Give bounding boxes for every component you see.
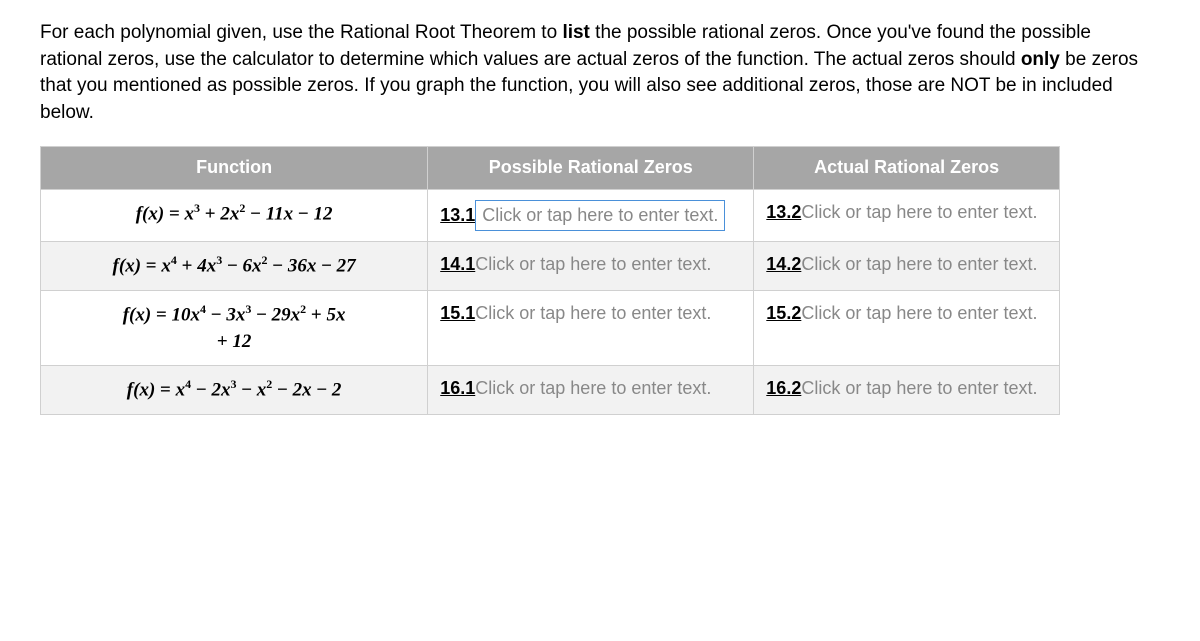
- instructions-bold1: list: [562, 22, 589, 43]
- header-actual: Actual Rational Zeros: [754, 147, 1060, 189]
- function-cell: f(x) = 10x4 − 3x3 − 29x2 + 5x+ 12: [41, 290, 428, 366]
- possible-zeros-cell[interactable]: 14.1Click or tap here to enter text.: [428, 241, 754, 290]
- polynomial-table: Function Possible Rational Zeros Actual …: [40, 146, 1060, 415]
- instructions-part1: For each polynomial given, use the Ratio…: [40, 22, 562, 43]
- table-row: f(x) = x4 + 4x3 − 6x2 − 36x − 2714.1Clic…: [41, 241, 1060, 290]
- cell-label: 13.2: [766, 202, 801, 222]
- text-input-placeholder[interactable]: Click or tap here to enter text.: [475, 303, 711, 323]
- text-input-placeholder[interactable]: Click or tap here to enter text.: [801, 378, 1037, 398]
- cell-label: 16.1: [440, 378, 475, 398]
- table-row: f(x) = x4 − 2x3 − x2 − 2x − 216.1Click o…: [41, 366, 1060, 415]
- cell-label: 14.2: [766, 254, 801, 274]
- function-cell: f(x) = x3 + 2x2 − 11x − 12: [41, 189, 428, 241]
- instructions-text: For each polynomial given, use the Ratio…: [40, 20, 1140, 126]
- header-possible: Possible Rational Zeros: [428, 147, 754, 189]
- text-input-placeholder[interactable]: Click or tap here to enter text.: [475, 378, 711, 398]
- possible-zeros-cell[interactable]: 16.1Click or tap here to enter text.: [428, 366, 754, 415]
- cell-label: 16.2: [766, 378, 801, 398]
- possible-zeros-cell[interactable]: 15.1Click or tap here to enter text.: [428, 290, 754, 366]
- actual-zeros-cell[interactable]: 14.2Click or tap here to enter text.: [754, 241, 1060, 290]
- actual-zeros-cell[interactable]: 15.2Click or tap here to enter text.: [754, 290, 1060, 366]
- header-function: Function: [41, 147, 428, 189]
- actual-zeros-cell[interactable]: 16.2Click or tap here to enter text.: [754, 366, 1060, 415]
- text-input-placeholder[interactable]: Click or tap here to enter text.: [801, 303, 1037, 323]
- possible-zeros-cell[interactable]: 13.1Click or tap here to enter text.: [428, 189, 754, 241]
- cell-label: 15.1: [440, 303, 475, 323]
- function-cell: f(x) = x4 + 4x3 − 6x2 − 36x − 27: [41, 241, 428, 290]
- text-input-placeholder[interactable]: Click or tap here to enter text.: [475, 254, 711, 274]
- table-row: f(x) = x3 + 2x2 − 11x − 1213.1Click or t…: [41, 189, 1060, 241]
- table-row: f(x) = 10x4 − 3x3 − 29x2 + 5x+ 1215.1Cli…: [41, 290, 1060, 366]
- cell-label: 14.1: [440, 254, 475, 274]
- text-input-placeholder[interactable]: Click or tap here to enter text.: [801, 254, 1037, 274]
- text-input-placeholder[interactable]: Click or tap here to enter text.: [801, 202, 1037, 222]
- text-input-active[interactable]: Click or tap here to enter text.: [475, 200, 725, 231]
- instructions-bold2: only: [1021, 49, 1060, 70]
- cell-label: 13.1: [440, 205, 475, 225]
- cell-label: 15.2: [766, 303, 801, 323]
- function-cell: f(x) = x4 − 2x3 − x2 − 2x − 2: [41, 366, 428, 415]
- actual-zeros-cell[interactable]: 13.2Click or tap here to enter text.: [754, 189, 1060, 241]
